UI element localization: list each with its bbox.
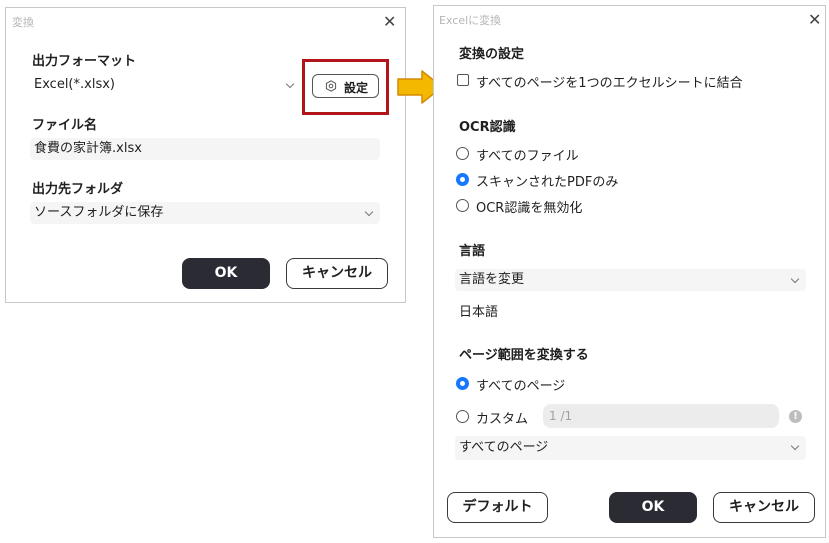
- file-name-label: ファイル名: [32, 118, 98, 133]
- cancel-button[interactable]: キャンセル: [713, 492, 815, 523]
- ocr-radio-all-files[interactable]: [456, 147, 469, 160]
- cancel-button[interactable]: キャンセル: [286, 258, 388, 289]
- ocr-radio-scanned-only[interactable]: [456, 173, 469, 186]
- page-range-radio-all[interactable]: [456, 377, 469, 390]
- ok-button[interactable]: OK: [609, 492, 697, 523]
- file-name-value: 食費の家計簿.xlsx: [34, 141, 142, 156]
- page-range-option-label: カスタム: [476, 412, 529, 427]
- ocr-option-label: スキャンされたPDFのみ: [476, 175, 619, 190]
- ok-button[interactable]: OK: [182, 258, 270, 289]
- language-select-value: 言語を変更: [459, 272, 525, 287]
- output-folder-value: ソースフォルダに保存: [34, 205, 164, 220]
- info-icon: !: [789, 410, 802, 423]
- file-name-input[interactable]: 食費の家計簿.xlsx: [30, 138, 380, 160]
- page-range-option-label: すべてのページ: [476, 379, 566, 394]
- ocr-label: OCR認識: [459, 120, 516, 135]
- output-folder-label: 出力先フォルダ: [32, 182, 124, 197]
- convert-dialog: 変換 ✕ 出力フォーマット Excel(*.xlsx) 設定 ファイル名 食費の…: [5, 7, 406, 303]
- output-format-value: Excel(*.xlsx): [34, 77, 115, 92]
- ocr-option-label: OCR認識を無効化: [476, 201, 583, 216]
- custom-range-placeholder: 1 /1: [549, 409, 573, 423]
- output-folder-select[interactable]: ソースフォルダに保存: [30, 202, 380, 224]
- output-format-label: 出力フォーマット: [32, 54, 137, 69]
- merge-sheets-label: すべてのページを1つのエクセルシートに結合: [476, 76, 743, 91]
- close-icon[interactable]: ✕: [808, 12, 821, 28]
- language-select[interactable]: 言語を変更: [455, 269, 806, 291]
- language-label: 言語: [459, 244, 486, 259]
- conversion-settings-label: 変換の設定: [459, 47, 525, 62]
- custom-range-input[interactable]: 1 /1: [543, 404, 779, 428]
- page-subset-value: すべてのページ: [459, 440, 549, 455]
- selected-language: 日本語: [459, 305, 499, 320]
- default-button[interactable]: デフォルト: [447, 492, 548, 523]
- settings-button-label: 設定: [344, 81, 369, 95]
- page-subset-select[interactable]: すべてのページ: [455, 436, 806, 460]
- merge-sheets-checkbox[interactable]: [457, 74, 469, 86]
- ocr-radio-disable[interactable]: [456, 199, 469, 212]
- close-icon[interactable]: ✕: [383, 14, 396, 30]
- hexagon-gear-icon: [325, 80, 337, 92]
- page-range-label: ページ範囲を変換する: [459, 348, 589, 363]
- output-format-select[interactable]: Excel(*.xlsx): [30, 74, 298, 96]
- dialog-title: 変換: [12, 16, 34, 29]
- dialog-title: Excelに変換: [439, 14, 502, 27]
- ocr-option-label: すべてのファイル: [476, 149, 579, 164]
- excel-convert-dialog: Excelに変換 ✕ 変換の設定 すべてのページを1つのエクセルシートに結合 O…: [433, 5, 826, 538]
- page-range-radio-custom[interactable]: [456, 410, 469, 423]
- settings-button[interactable]: 設定: [312, 74, 379, 98]
